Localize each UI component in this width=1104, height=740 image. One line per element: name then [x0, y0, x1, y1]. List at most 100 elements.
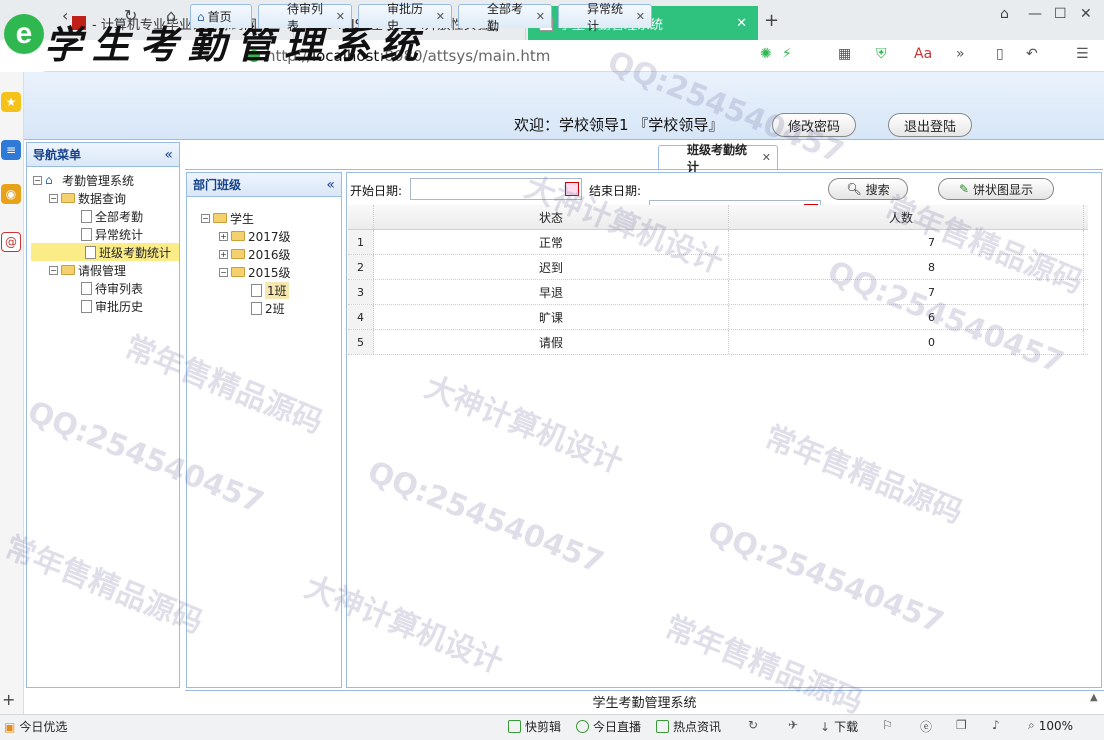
collapse-toggle-icon[interactable]: −: [49, 265, 58, 275]
collapse-toggle-icon[interactable]: −: [33, 175, 42, 185]
logout-button[interactable]: 退出登陆: [888, 113, 972, 137]
folder-icon: [61, 265, 75, 275]
phone-icon[interactable]: ▯: [996, 46, 1004, 62]
refresh-icon[interactable]: ↻: [748, 718, 758, 732]
flag-icon[interactable]: ⚐: [882, 718, 893, 732]
apps-icon[interactable]: ▦: [838, 46, 851, 62]
tree-item-selected[interactable]: 班级考勤统计: [31, 243, 179, 261]
tree-class-selected[interactable]: 1班: [187, 281, 341, 299]
live-link[interactable]: 今日直播: [576, 718, 641, 735]
tree-item[interactable]: 审批历史: [27, 297, 179, 315]
table-row[interactable]: 4 旷课 6: [348, 305, 1088, 330]
collapse-toggle-icon[interactable]: −: [219, 267, 228, 277]
notes-icon[interactable]: ≡: [1, 140, 21, 160]
add-icon[interactable]: +: [2, 690, 15, 709]
sound-icon[interactable]: ♪: [992, 718, 1000, 732]
nav-tree: − ⌂ 考勤管理系统 − 数据查询 全部考勤 异常统计 班级考勤统计 − 请假管…: [27, 167, 179, 319]
menu-icon[interactable]: ☰: [1076, 46, 1089, 62]
file-icon: [251, 301, 262, 315]
tab-history[interactable]: 审批历史 ✕: [358, 2, 452, 33]
new-tab-button[interactable]: +: [764, 10, 779, 31]
table-row[interactable]: 5 请假 0: [348, 330, 1088, 355]
zoom-icon: ⌕: [1028, 718, 1035, 732]
tree-item[interactable]: 异常统计: [27, 225, 179, 243]
skin-icon[interactable]: ⌂: [1000, 6, 1009, 22]
file-icon: [81, 227, 92, 241]
folder-icon: [213, 213, 227, 223]
collapse-icon[interactable]: «: [164, 147, 173, 163]
change-password-button[interactable]: 修改密码: [772, 113, 856, 137]
start-date-input[interactable]: [410, 178, 582, 200]
recommend-link[interactable]: ▣ 今日优选: [4, 718, 67, 735]
speed-icon[interactable]: ✺: [760, 46, 772, 62]
table-row[interactable]: 2 迟到 8: [348, 255, 1088, 280]
collapse-icon[interactable]: «: [326, 177, 335, 193]
lightning-icon[interactable]: ⚡: [782, 46, 792, 62]
mail-icon[interactable]: @: [1, 232, 21, 252]
more-icon[interactable]: »: [956, 46, 965, 62]
tree-item[interactable]: 待审列表: [27, 279, 179, 297]
tab-class-stats[interactable]: 班级考勤统计 ✕: [658, 143, 778, 174]
column-header[interactable]: 状态: [374, 205, 729, 229]
tab-all-attendance[interactable]: 全部考勤 ✕: [458, 2, 552, 33]
tree-item[interactable]: 全部考勤: [27, 207, 179, 225]
close-icon[interactable]: ✕: [636, 10, 645, 23]
ie-icon[interactable]: ⓔ: [920, 718, 932, 735]
tree-root[interactable]: − ⌂ 考勤管理系统: [27, 171, 179, 189]
tree-root[interactable]: − 学生: [187, 209, 341, 227]
close-icon[interactable]: ✕: [536, 10, 545, 23]
file-icon: [81, 209, 92, 223]
file-icon: [251, 283, 262, 297]
scroll-up-icon[interactable]: ▲: [1090, 692, 1098, 703]
tree-group[interactable]: − 请假管理: [27, 261, 179, 279]
tree-year[interactable]: + 2017级: [187, 227, 341, 245]
close-icon[interactable]: ✕: [336, 10, 345, 23]
window-icon[interactable]: ❐: [956, 718, 967, 732]
folder-icon: [61, 193, 75, 203]
clip-link[interactable]: 快剪辑: [508, 718, 561, 735]
search-icon: 🔍︎: [846, 182, 862, 196]
close-icon[interactable]: ✕: [736, 16, 747, 31]
column-header[interactable]: 人数: [729, 205, 1084, 229]
tab-home[interactable]: ⌂ 首页: [190, 4, 252, 28]
weibo-icon[interactable]: ◉: [1, 184, 21, 204]
minimize-icon[interactable]: —: [1028, 6, 1042, 22]
live-icon: [576, 720, 589, 733]
favorites-star-icon[interactable]: ★: [1, 92, 21, 112]
pie-chart-button[interactable]: ✎ 饼状图显示: [938, 178, 1054, 200]
clip-icon: [508, 720, 521, 733]
folder-icon: [231, 267, 245, 277]
table-row[interactable]: 3 早退 7: [348, 280, 1088, 305]
translate-icon[interactable]: Aa: [914, 46, 932, 62]
tab-pending[interactable]: 待审列表 ✕: [258, 2, 352, 33]
tree-class[interactable]: 2班: [187, 299, 341, 317]
download-icon: ↓: [820, 719, 831, 734]
gift-icon: ▣: [4, 719, 16, 734]
shield-icon[interactable]: ⛨: [876, 46, 887, 62]
collapse-toggle-icon[interactable]: −: [49, 193, 58, 203]
welcome-text: 欢迎：学校领导1 『学校领导』: [514, 116, 724, 134]
news-icon: [656, 720, 669, 733]
zoom-control[interactable]: ⌕ 100%: [1028, 718, 1073, 733]
tab-anomaly[interactable]: 异常统计 ✕: [558, 2, 652, 33]
table-row[interactable]: 1 正常 7: [348, 230, 1088, 255]
tree-year[interactable]: − 2015级: [187, 263, 341, 281]
calendar-icon[interactable]: [565, 182, 579, 196]
tree-year[interactable]: + 2016级: [187, 245, 341, 263]
undo-icon[interactable]: ↶: [1026, 46, 1038, 62]
file-icon: [81, 299, 92, 313]
close-icon[interactable]: ✕: [762, 151, 771, 164]
expand-toggle-icon[interactable]: +: [219, 231, 228, 241]
close-icon[interactable]: ✕: [436, 10, 445, 23]
file-icon: [81, 281, 92, 295]
search-button[interactable]: 🔍︎ 搜索: [828, 178, 908, 200]
close-window-icon[interactable]: ✕: [1080, 6, 1092, 22]
expand-toggle-icon[interactable]: +: [219, 249, 228, 259]
tree-group[interactable]: − 数据查询: [27, 189, 179, 207]
maximize-icon[interactable]: ☐: [1054, 6, 1067, 22]
news-link[interactable]: 热点资讯: [656, 718, 721, 735]
pin-icon[interactable]: ✈: [788, 718, 798, 732]
pencil-icon: ✎: [958, 182, 970, 196]
collapse-toggle-icon[interactable]: −: [201, 213, 210, 223]
download-link[interactable]: ↓ 下载: [820, 718, 858, 735]
